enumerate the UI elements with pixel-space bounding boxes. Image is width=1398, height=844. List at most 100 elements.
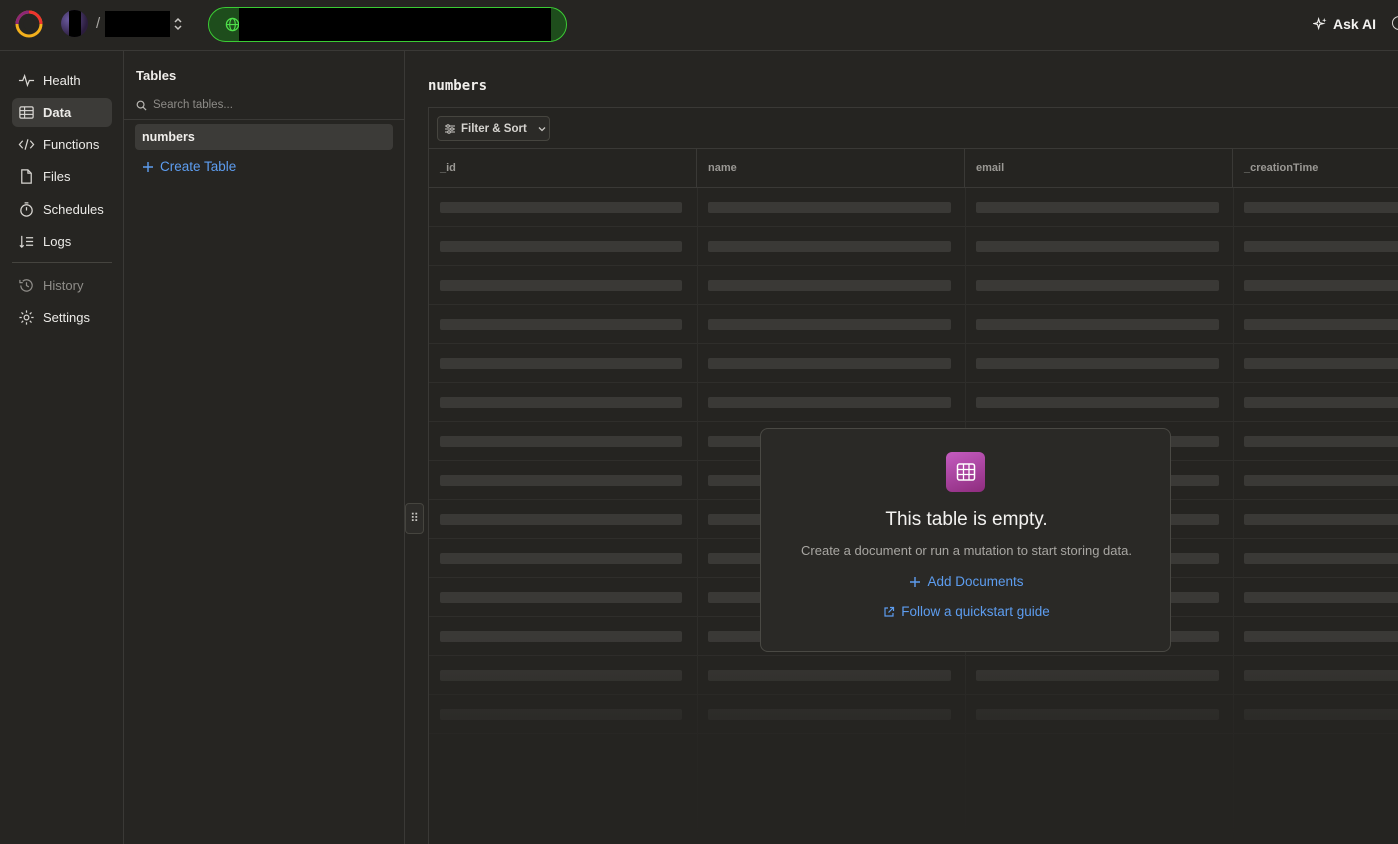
skeleton-cell (440, 592, 682, 603)
add-documents-label: Add Documents (927, 574, 1024, 589)
help-icon[interactable] (1392, 16, 1398, 30)
table-row (429, 383, 1398, 422)
main-content: numbers Filter & Sort _id name email _cr… (405, 51, 1398, 844)
page-title: numbers (428, 78, 488, 94)
empty-state-title: This table is empty. (885, 509, 1048, 530)
plus-icon (910, 576, 921, 587)
skeleton-cell (440, 202, 682, 213)
skeleton-cell (440, 241, 682, 252)
table-toolbar: Filter & Sort (429, 108, 1398, 149)
table-row (429, 305, 1398, 344)
sidebar-item-settings[interactable]: Settings (12, 303, 112, 332)
filter-sort-button[interactable]: Filter & Sort (437, 116, 550, 141)
column-header[interactable]: name (697, 149, 965, 188)
gear-icon (19, 310, 34, 325)
nav-divider (12, 262, 112, 263)
ask-ai-label: Ask AI (1333, 16, 1377, 32)
table-row (429, 227, 1398, 266)
convex-logo-icon[interactable] (15, 10, 43, 38)
file-icon (21, 169, 32, 184)
sidebar-item-label: Logs (43, 234, 72, 249)
sidebar-item-label: Files (43, 169, 71, 184)
deployment-selector[interactable] (208, 7, 567, 42)
empty-state-subtitle: Create a document or run a mutation to s… (801, 543, 1132, 558)
skeleton-cell (976, 358, 1219, 369)
skeleton-cell (440, 319, 682, 330)
divider (124, 119, 404, 120)
table-list-item[interactable]: numbers (135, 124, 393, 150)
skeleton-cell (440, 553, 682, 564)
skeleton-cell (1244, 475, 1398, 486)
sidebar-item-functions[interactable]: Functions (12, 130, 112, 159)
column-header[interactable]: _id (429, 149, 697, 188)
skeleton-cell (708, 358, 951, 369)
sidebar-item-label: History (43, 278, 84, 293)
table-name: numbers (142, 130, 195, 144)
quickstart-label: Follow a quickstart guide (901, 604, 1050, 619)
add-documents-button[interactable]: Add Documents (761, 574, 1172, 589)
sparkles-icon (1313, 16, 1327, 30)
ask-ai-button[interactable]: Ask AI (1313, 14, 1376, 34)
create-table-label: Create Table (160, 159, 237, 174)
skeleton-cell (976, 397, 1219, 408)
chevron-up-down-icon[interactable] (172, 14, 184, 34)
sidebar-item-label: Schedules (43, 202, 104, 217)
sidebar-nav: Health Data Functions Files Schedules Lo… (0, 51, 124, 844)
skeleton-cell (708, 241, 951, 252)
skeleton-cell (708, 202, 951, 213)
data-table: Filter & Sort _id name email _creationTi… (428, 107, 1398, 844)
sidebar-item-data[interactable]: Data (12, 98, 112, 127)
skeleton-cell (1244, 553, 1398, 564)
sidebar-item-health[interactable]: Health (12, 66, 112, 95)
skeleton-cell (708, 280, 951, 291)
deployment-name-redacted (239, 8, 551, 41)
search-icon (136, 100, 147, 111)
sidebar-item-label: Functions (43, 137, 100, 152)
sidebar-item-label: Settings (43, 310, 90, 325)
tables-panel: Tables numbers Create Table (124, 51, 405, 844)
column-header[interactable]: _creationTime (1233, 149, 1398, 188)
external-link-icon (884, 606, 895, 617)
create-table-button[interactable]: Create Table (142, 159, 236, 174)
skeleton-cell (440, 358, 682, 369)
pulse-icon (18, 73, 35, 88)
skeleton-cell (976, 280, 1219, 291)
project-name-redacted[interactable] (105, 11, 170, 37)
filter-sort-label: Filter & Sort (461, 122, 527, 135)
sidebar-item-logs[interactable]: Logs (12, 227, 112, 256)
skeleton-cell (1244, 202, 1398, 213)
table-row (429, 344, 1398, 383)
top-bar: / Ask AI (0, 0, 1398, 51)
skeleton-cell (1244, 397, 1398, 408)
logs-icon (19, 235, 34, 249)
code-icon (18, 139, 35, 150)
skeleton-cell (440, 280, 682, 291)
quickstart-link[interactable]: Follow a quickstart guide (761, 604, 1172, 619)
skeleton-cell (1244, 514, 1398, 525)
avatar[interactable] (61, 10, 88, 37)
search-input[interactable] (153, 99, 383, 111)
skeleton-cell (440, 475, 682, 486)
fade-overlay (429, 638, 1398, 844)
skeleton-cell (1244, 358, 1398, 369)
sidebar-item-files[interactable]: Files (12, 162, 112, 191)
column-header[interactable]: email (965, 149, 1233, 188)
breadcrumb-separator: / (96, 15, 101, 32)
table-icon (946, 452, 985, 492)
tables-heading: Tables (136, 68, 177, 83)
table-row (429, 188, 1398, 227)
skeleton-cell (1244, 436, 1398, 447)
skeleton-cell (708, 397, 951, 408)
chevron-down-icon (538, 126, 546, 131)
history-icon (19, 279, 33, 292)
sidebar-item-schedules[interactable]: Schedules (12, 195, 112, 224)
sidebar-item-history[interactable]: History (12, 271, 112, 300)
skeleton-cell (1244, 280, 1398, 291)
drag-handle-icon[interactable]: ⠿ (405, 503, 424, 534)
skeleton-cell (1244, 319, 1398, 330)
skeleton-cell (1244, 592, 1398, 603)
sliders-icon (445, 123, 455, 134)
sidebar-item-label: Health (43, 73, 81, 88)
sidebar-item-label: Data (43, 105, 72, 120)
skeleton-cell (1244, 241, 1398, 252)
